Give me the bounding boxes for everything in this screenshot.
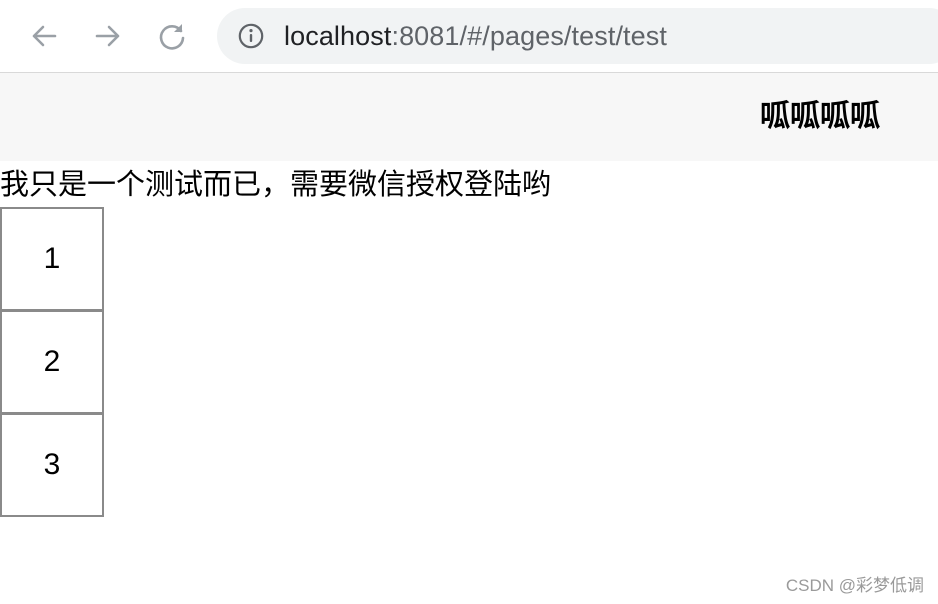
page-message: 我只是一个测试而已，需要微信授权登陆哟 — [0, 169, 552, 201]
app-header: 呱呱呱呱 — [0, 73, 938, 161]
url-host: localhost — [284, 21, 392, 51]
reload-button[interactable] — [154, 18, 190, 54]
arrow-right-icon — [92, 20, 124, 52]
box-list: 1 2 3 — [0, 207, 104, 517]
forward-button[interactable] — [90, 18, 126, 54]
info-icon[interactable] — [238, 23, 264, 49]
header-title: 呱呱呱呱 — [760, 100, 880, 133]
url-text[interactable]: localhost:8081/#/pages/test/test — [284, 8, 667, 64]
reload-icon — [156, 20, 188, 52]
arrow-left-icon — [28, 20, 60, 52]
box-item: 3 — [0, 413, 104, 517]
box-item: 1 — [0, 207, 104, 311]
address-bar[interactable]: localhost:8081/#/pages/test/test — [217, 8, 938, 64]
box-item: 2 — [0, 310, 104, 414]
back-button[interactable] — [26, 18, 62, 54]
browser-toolbar: localhost:8081/#/pages/test/test — [0, 0, 938, 73]
url-path: :8081/#/pages/test/test — [391, 21, 667, 51]
watermark: CSDN @彩梦低调 — [785, 576, 924, 595]
